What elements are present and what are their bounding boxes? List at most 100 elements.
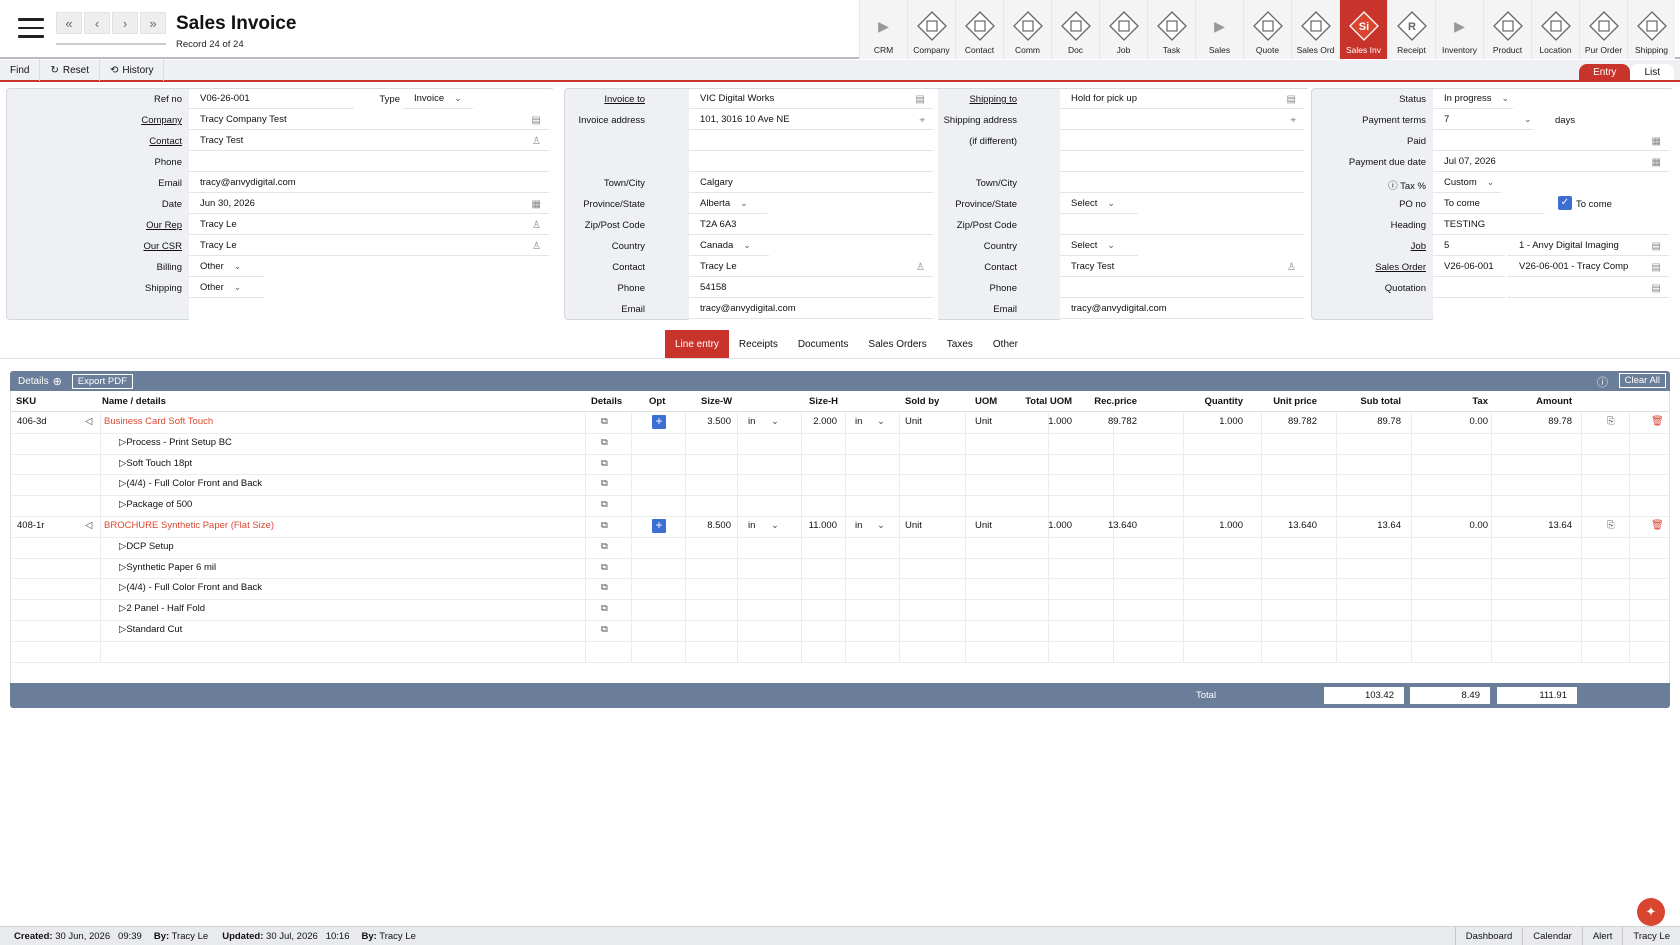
unit-price-cell[interactable]: 89.782 (1288, 416, 1317, 427)
chevron-down-icon[interactable]: ⌄ (771, 520, 779, 531)
person-icon[interactable]: ♙ (1287, 262, 1296, 273)
clipboard-icon[interactable]: ▤ (1652, 283, 1661, 294)
module-location[interactable]: Location (1531, 0, 1579, 59)
shipping-address-field[interactable]: ⌖ (1060, 110, 1304, 130)
module-inventory[interactable]: ▶ Inventory (1435, 0, 1483, 59)
dashboard-link[interactable]: Dashboard (1454, 927, 1522, 945)
tab-list[interactable]: List (1630, 64, 1674, 80)
email-field[interactable]: tracy@anvydigital.com (189, 173, 549, 193)
phone-field[interactable] (189, 152, 549, 172)
type-select[interactable]: Invoice ⌄ (403, 89, 473, 109)
module-doc[interactable]: Doc (1051, 0, 1099, 59)
history-button[interactable]: ⟲ History (100, 59, 165, 81)
calendar-icon[interactable]: ▦ (1652, 157, 1661, 168)
status-select[interactable]: In progress ⌄ (1433, 89, 1513, 109)
child-row-label[interactable]: ▷Standard Cut (119, 624, 182, 635)
job-field[interactable]: 5 (1433, 236, 1505, 256)
module-quote[interactable]: Quote (1243, 0, 1291, 59)
invoice-address-field[interactable]: 101, 3016 10 Ave NE ⌖ (689, 110, 933, 130)
refno-field[interactable]: V06-26-001 (189, 89, 354, 109)
duplicate-icon[interactable]: ⎘ (1607, 416, 1615, 427)
module-comm[interactable]: Comm (1003, 0, 1051, 59)
due-date-field[interactable]: Jul 07, 2026 ▦ (1433, 152, 1669, 172)
tab-line-entry[interactable]: Line entry (665, 330, 729, 358)
clipboard-icon[interactable]: ▤ (1652, 241, 1661, 252)
collapse-icon[interactable]: ◁ (85, 520, 92, 531)
copy-icon[interactable]: ⧉ (601, 499, 608, 510)
chevron-down-icon[interactable]: ⌄ (877, 520, 885, 531)
tab-receipts[interactable]: Receipts (729, 330, 788, 358)
chevron-down-icon[interactable]: ⌄ (877, 416, 885, 427)
size-w-cell[interactable]: 3.500 (707, 416, 731, 427)
add-option-button[interactable]: + (652, 519, 666, 533)
shipping-email-field[interactable]: tracy@anvydigital.com (1060, 299, 1304, 319)
copy-icon[interactable]: ⧉ (601, 520, 608, 531)
quotation-desc-field[interactable]: ▤ (1508, 278, 1669, 298)
person-icon[interactable]: ♙ (532, 220, 541, 231)
tab-other[interactable]: Other (983, 330, 1028, 358)
shipping-to-field[interactable]: Hold for pick up ▤ (1060, 89, 1304, 109)
tab-documents[interactable]: Documents (788, 330, 859, 358)
copy-icon[interactable]: ⧉ (601, 416, 608, 427)
payment-terms-select[interactable]: 7 ⌄ (1433, 110, 1533, 130)
clipboard-icon[interactable]: ▤ (1652, 262, 1661, 273)
shipping-province-select[interactable]: Select ⌄ (1060, 194, 1138, 214)
tab-entry[interactable]: Entry (1579, 64, 1631, 80)
first-record-button[interactable]: « (56, 12, 82, 34)
module-pur-order[interactable]: Pur Order (1579, 0, 1627, 59)
invoice-address-line2[interactable] (689, 131, 933, 151)
calendar-link[interactable]: Calendar (1522, 927, 1582, 945)
ourrep-label[interactable]: Our Rep (146, 220, 182, 231)
copy-icon[interactable]: ⧉ (601, 437, 608, 448)
next-record-button[interactable]: › (112, 12, 138, 34)
job-label[interactable]: Job (1411, 241, 1426, 252)
hamburger-menu-icon[interactable] (18, 18, 44, 38)
module-crm[interactable]: ▶ CRM (859, 0, 907, 59)
invoice-phone-field[interactable]: 54158 (689, 278, 933, 298)
child-row-label[interactable]: ▷Package of 500 (119, 499, 192, 510)
module-product[interactable]: Product (1483, 0, 1531, 59)
sales-order-field[interactable]: V26-06-001 (1433, 257, 1505, 277)
module-job[interactable]: Job (1099, 0, 1147, 59)
date-field[interactable]: Jun 30, 2026 ▦ (189, 194, 549, 214)
item-name-link[interactable]: Business Card Soft Touch (104, 416, 213, 427)
module-sales-inv[interactable]: Si Sales Inv (1339, 0, 1387, 59)
alert-link[interactable]: Alert (1581, 927, 1623, 945)
size-h-unit[interactable]: in (855, 520, 862, 531)
prev-record-button[interactable]: ‹ (84, 12, 110, 34)
invoice-address-line3[interactable] (689, 152, 933, 172)
tax-select[interactable]: Custom ⌄ (1433, 173, 1501, 193)
tab-taxes[interactable]: Taxes (937, 330, 983, 358)
shipping-address-line2[interactable] (1060, 131, 1304, 151)
copy-icon[interactable]: ⧉ (601, 624, 608, 635)
sales-order-desc-field[interactable]: V26-06-001 - Tracy Comp ▤ (1508, 257, 1669, 277)
size-h-unit[interactable]: in (855, 416, 862, 427)
help-icon[interactable]: ⓘ (1388, 181, 1400, 192)
module-task[interactable]: Task (1147, 0, 1195, 59)
child-row-label[interactable]: ▷(4/4) - Full Color Front and Back (119, 582, 262, 593)
size-h-cell[interactable]: 11.000 (809, 520, 837, 531)
tab-sales-orders[interactable]: Sales Orders (858, 330, 936, 358)
calendar-icon[interactable]: ▦ (532, 199, 541, 210)
po-field[interactable]: To come (1433, 194, 1545, 214)
person-icon[interactable]: ♙ (532, 136, 541, 147)
copy-icon[interactable]: ⧉ (601, 458, 608, 469)
add-circle-icon[interactable]: ⊕ (53, 375, 62, 388)
clipboard-icon[interactable]: ▤ (532, 115, 541, 126)
invoice-zip-field[interactable]: T2A 6A3 (689, 215, 933, 235)
ourcsr-label[interactable]: Our CSR (143, 241, 182, 252)
module-company[interactable]: Company (907, 0, 955, 59)
quotation-field[interactable] (1433, 278, 1505, 298)
location-pin-icon[interactable]: ⌖ (1290, 115, 1296, 126)
invoice-province-select[interactable]: Alberta ⌄ (689, 194, 767, 214)
contact-field[interactable]: Tracy Test ♙ (189, 131, 549, 151)
child-row-label[interactable]: ▷Soft Touch 18pt (119, 458, 192, 469)
clear-all-button[interactable]: Clear All (1618, 373, 1666, 388)
ourrep-field[interactable]: Tracy Le ♙ (189, 215, 549, 235)
person-icon[interactable]: ♙ (532, 241, 541, 252)
heading-field[interactable]: TESTING (1433, 215, 1669, 235)
ai-assistant-button[interactable]: ✦ (1637, 898, 1665, 926)
invoice-town-field[interactable]: Calgary (689, 173, 933, 193)
shipping-to-label[interactable]: Shipping to (969, 94, 1017, 105)
child-row-label[interactable]: ▷DCP Setup (119, 541, 174, 552)
